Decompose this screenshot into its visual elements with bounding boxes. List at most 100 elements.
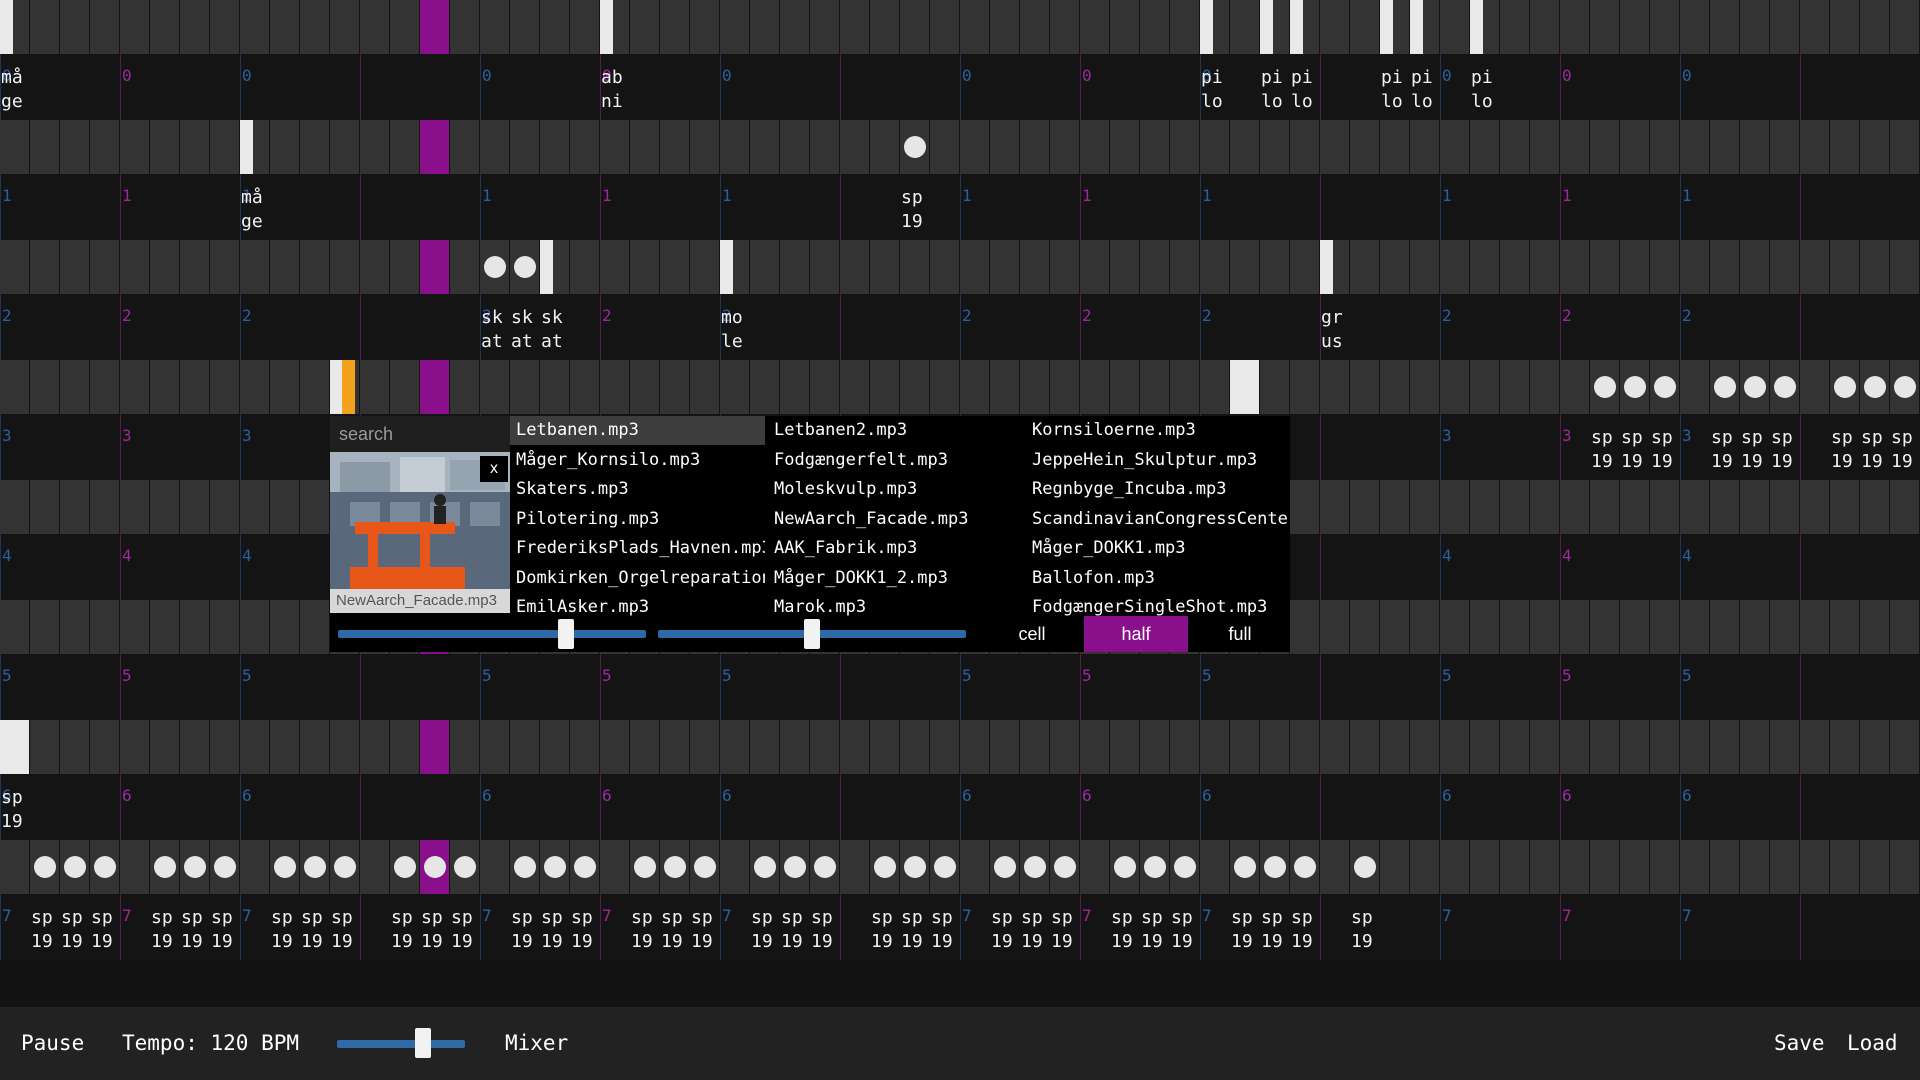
- grid-cell[interactable]: [1560, 600, 1589, 654]
- grid-cell[interactable]: [120, 120, 149, 174]
- grid-cell[interactable]: [390, 240, 419, 294]
- grid-cell[interactable]: [570, 360, 599, 414]
- grid-cell[interactable]: [960, 840, 989, 894]
- grid-cell[interactable]: [690, 360, 719, 414]
- sample-dot[interactable]: [1144, 856, 1166, 878]
- grid-cell[interactable]: [1500, 360, 1529, 414]
- grid-cell[interactable]: [1110, 0, 1139, 54]
- grid-cell[interactable]: [690, 720, 719, 774]
- grid-cell[interactable]: [1830, 600, 1859, 654]
- grid-cell[interactable]: [1710, 480, 1739, 534]
- grid-cell[interactable]: [1710, 240, 1739, 294]
- grid-cell[interactable]: [360, 720, 389, 774]
- grid-cell[interactable]: [990, 240, 1019, 294]
- grid-cell[interactable]: [1320, 480, 1349, 534]
- file-item[interactable]: ScandinavianCongressCente: [1026, 505, 1290, 534]
- grid-cell[interactable]: [1350, 0, 1379, 54]
- grid-cell[interactable]: [90, 480, 119, 534]
- grid-cell[interactable]: [1380, 600, 1409, 654]
- grid-cell[interactable]: [1800, 600, 1829, 654]
- grid-cell[interactable]: [1680, 240, 1709, 294]
- grid-cell[interactable]: [1080, 120, 1109, 174]
- sample-dot[interactable]: [1654, 376, 1676, 398]
- grid-cell[interactable]: [1410, 840, 1439, 894]
- grid-cell[interactable]: [630, 240, 659, 294]
- tempo-slider-track[interactable]: [337, 1040, 465, 1048]
- file-item[interactable]: Regnbyge_Incuba.mp3: [1026, 475, 1290, 504]
- grid-cell[interactable]: [1860, 480, 1889, 534]
- grid-cell[interactable]: [1530, 600, 1559, 654]
- grid-cell[interactable]: [1290, 600, 1319, 654]
- sample-dot[interactable]: [394, 856, 416, 878]
- grid-cell[interactable]: [1080, 840, 1109, 894]
- grid-cell[interactable]: [1200, 840, 1229, 894]
- grid-cell[interactable]: [90, 360, 119, 414]
- grid-cell[interactable]: [1560, 720, 1589, 774]
- grid-cell[interactable]: [1770, 720, 1799, 774]
- grid-cell[interactable]: [1020, 360, 1049, 414]
- file-item[interactable]: JeppeHein_Skulptur.mp3: [1026, 446, 1290, 475]
- grid-cell[interactable]: [900, 720, 929, 774]
- grid-cell[interactable]: [270, 0, 299, 54]
- file-item[interactable]: Fodgængerfelt.mp3: [768, 446, 1023, 475]
- grid-cell[interactable]: [330, 120, 359, 174]
- sample-dot[interactable]: [694, 856, 716, 878]
- grid-cell[interactable]: [1470, 480, 1499, 534]
- grid-cell[interactable]: [990, 0, 1019, 54]
- grid-cell[interactable]: [1200, 240, 1229, 294]
- grid-cell[interactable]: [1770, 240, 1799, 294]
- grid-cell[interactable]: [780, 0, 809, 54]
- sample-dot[interactable]: [1114, 856, 1136, 878]
- sample-dot[interactable]: [814, 856, 836, 878]
- grid-cell[interactable]: [1500, 480, 1529, 534]
- grid-cell[interactable]: [450, 120, 479, 174]
- grid-cell[interactable]: [540, 720, 569, 774]
- grid-cell[interactable]: [750, 720, 779, 774]
- grid-cell[interactable]: [1590, 600, 1619, 654]
- grid-cell[interactable]: [930, 720, 959, 774]
- grid-cell[interactable]: [450, 720, 479, 774]
- save-button[interactable]: Save: [1774, 1007, 1825, 1080]
- grid-cell[interactable]: [1530, 480, 1559, 534]
- grid-cell[interactable]: [990, 720, 1019, 774]
- sample-bar[interactable]: [720, 240, 733, 294]
- grid-cell[interactable]: [90, 720, 119, 774]
- grid-cell[interactable]: [420, 120, 449, 174]
- grid-cell[interactable]: [660, 120, 689, 174]
- grid-cell[interactable]: [1680, 360, 1709, 414]
- grid-cell[interactable]: [1230, 120, 1259, 174]
- file-item[interactable]: Letbanen2.mp3: [768, 416, 1023, 445]
- grid-cell[interactable]: [1590, 720, 1619, 774]
- grid-cell[interactable]: [1890, 600, 1919, 654]
- grid-cell[interactable]: [390, 360, 419, 414]
- grid-cell[interactable]: [240, 0, 269, 54]
- sample-dot[interactable]: [1294, 856, 1316, 878]
- grid-cell[interactable]: [1770, 120, 1799, 174]
- grid-cell[interactable]: [1110, 360, 1139, 414]
- grid-cell[interactable]: [450, 0, 479, 54]
- grid-cell[interactable]: [960, 720, 989, 774]
- grid-cell[interactable]: [0, 600, 29, 654]
- grid-cell[interactable]: [420, 720, 449, 774]
- grid-cell[interactable]: [270, 600, 299, 654]
- grid-cell[interactable]: [1080, 360, 1109, 414]
- grid-cell[interactable]: [1500, 240, 1529, 294]
- grid-cell[interactable]: [1530, 720, 1559, 774]
- grid-cell[interactable]: [900, 0, 929, 54]
- grid-cell[interactable]: [180, 120, 209, 174]
- grid-cell[interactable]: [300, 600, 329, 654]
- grid-cell[interactable]: [1590, 240, 1619, 294]
- grid-cell[interactable]: [1140, 240, 1169, 294]
- sample-dot[interactable]: [304, 856, 326, 878]
- grid-cell[interactable]: [390, 120, 419, 174]
- grid-cell[interactable]: [1650, 0, 1679, 54]
- grid-cell[interactable]: [960, 0, 989, 54]
- grid-cell[interactable]: [450, 360, 479, 414]
- grid-cell[interactable]: [1650, 240, 1679, 294]
- sample-bar[interactable]: [1290, 0, 1303, 54]
- grid-cell[interactable]: [1380, 240, 1409, 294]
- sample-dot[interactable]: [274, 856, 296, 878]
- grid-cell[interactable]: [450, 240, 479, 294]
- grid-cell[interactable]: [180, 240, 209, 294]
- grid-cell[interactable]: [150, 240, 179, 294]
